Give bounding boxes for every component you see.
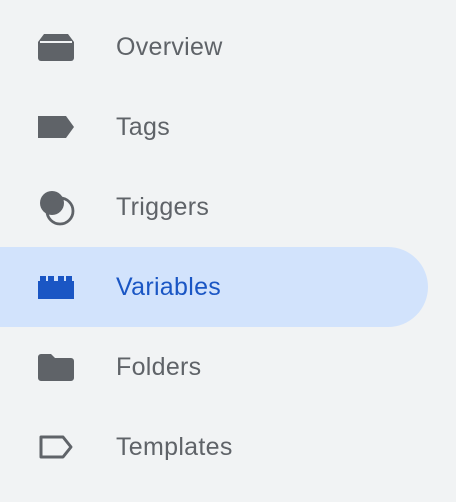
sidebar-item-label: Overview [116, 32, 223, 61]
tag-icon [34, 105, 78, 149]
sidebar-item-label: Triggers [116, 192, 210, 221]
overview-icon [34, 25, 78, 69]
sidebar-item-triggers[interactable]: Triggers [0, 167, 456, 247]
sidebar-item-templates[interactable]: Templates [0, 407, 456, 487]
sidebar-item-variables[interactable]: Variables [0, 247, 428, 327]
folder-icon [34, 345, 78, 389]
sidebar-item-tags[interactable]: Tags [0, 87, 456, 167]
sidebar-item-label: Tags [116, 112, 171, 141]
sidebar-item-label: Variables [116, 272, 222, 301]
template-icon [34, 425, 78, 469]
sidebar-item-overview[interactable]: Overview [0, 7, 456, 87]
sidebar-nav: Overview Tags Triggers Variables Folders… [0, 0, 456, 502]
trigger-icon [34, 185, 78, 229]
sidebar-item-label: Folders [116, 352, 202, 381]
sidebar-item-folders[interactable]: Folders [0, 327, 456, 407]
variables-icon [34, 265, 78, 309]
sidebar-item-label: Templates [116, 432, 233, 461]
